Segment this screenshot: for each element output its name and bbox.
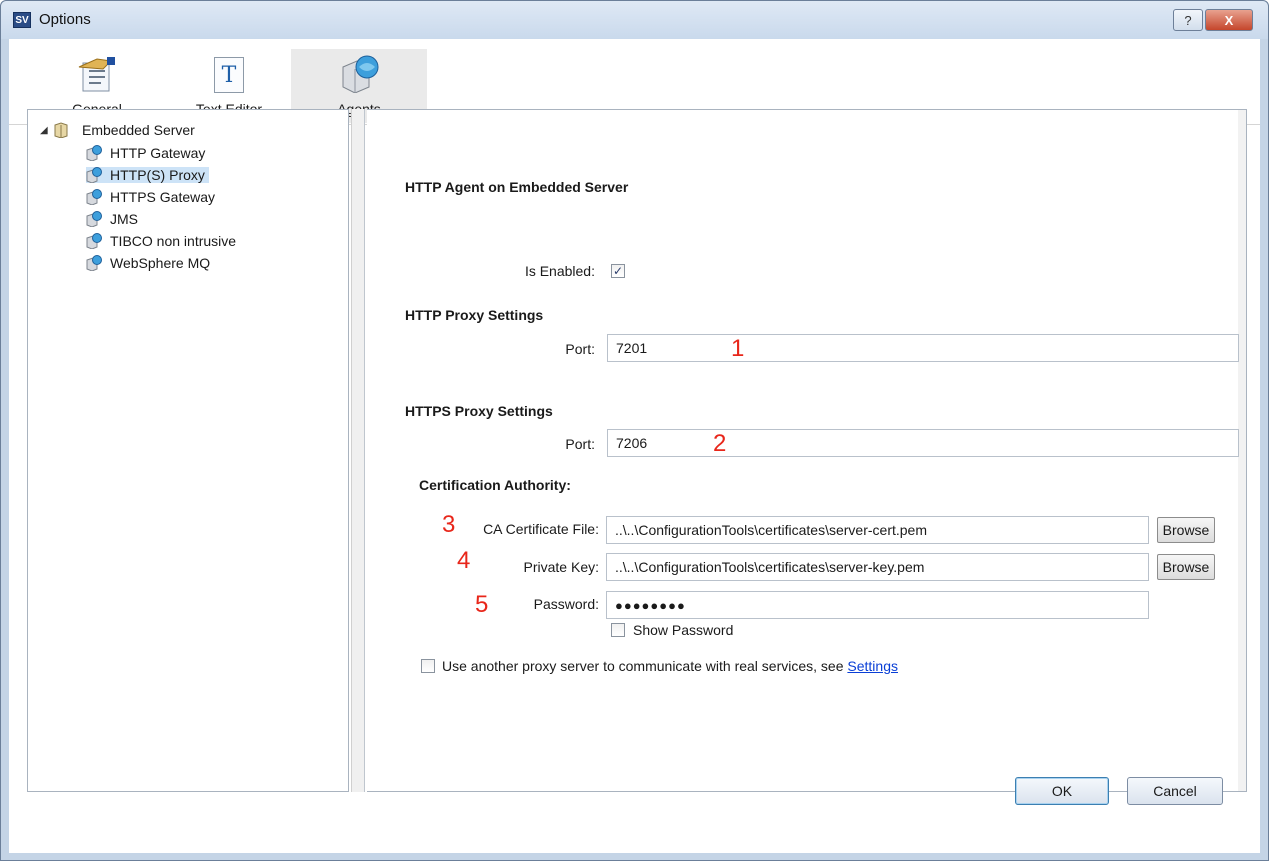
agent-node-icon — [86, 145, 102, 161]
close-button[interactable]: X — [1205, 9, 1253, 31]
help-button[interactable]: ? — [1173, 9, 1203, 31]
server-icon — [54, 122, 68, 138]
general-settings-icon — [78, 57, 115, 92]
tree-item-jms[interactable]: JMS — [86, 211, 138, 227]
https-proxy-heading: HTTPS Proxy Settings — [405, 403, 553, 419]
close-icon: X — [1224, 12, 1234, 28]
expand-arrow-icon[interactable]: ◢ — [40, 125, 54, 136]
private-key-input[interactable]: ..\..\ConfigurationTools\certificates\se… — [606, 553, 1149, 581]
password-input[interactable]: ●●●●●●●● — [606, 591, 1149, 619]
tree-item-https-proxy[interactable]: HTTP(S) Proxy — [86, 167, 209, 183]
agent-tree: ◢ Embedded Server HTTP Gateway HTTP(S) P… — [27, 109, 349, 792]
private-key-value: ..\..\ConfigurationTools\certificates\se… — [615, 559, 925, 575]
ca-file-value: ..\..\ConfigurationTools\certificates\se… — [615, 522, 928, 538]
vertical-scrollbar[interactable] — [1238, 110, 1246, 791]
use-another-proxy-label: Use another proxy server to communicate … — [442, 658, 844, 674]
is-enabled-checkbox[interactable]: ✓ — [611, 264, 625, 278]
tree-item-label: HTTPS Gateway — [110, 189, 216, 205]
tree-item-https-gateway[interactable]: HTTPS Gateway — [86, 189, 215, 205]
show-password-label: Show Password — [633, 622, 734, 638]
show-password-checkbox[interactable] — [611, 623, 625, 637]
app-icon: SV — [13, 12, 31, 28]
tree-item-http-gateway[interactable]: HTTP Gateway — [86, 145, 205, 161]
ok-button[interactable]: OK — [1015, 777, 1109, 805]
ca-file-input[interactable]: ..\..\ConfigurationTools\certificates\se… — [606, 516, 1149, 544]
tree-item-tibco[interactable]: TIBCO non intrusive — [86, 233, 236, 249]
certification-authority-heading: Certification Authority: — [419, 477, 571, 493]
private-key-label: Private Key: — [523, 559, 599, 575]
password-label: Password: — [533, 596, 599, 612]
tree-item-label: HTTP Gateway — [110, 145, 206, 161]
agent-node-icon — [86, 167, 102, 183]
tree-item-label: JMS — [110, 211, 138, 227]
https-port-label: Port: — [565, 436, 595, 452]
window-title: Options — [39, 11, 91, 28]
annotation-4: 4 — [457, 547, 471, 574]
title-bar: SV Options ? X — [1, 1, 1268, 39]
annotation-1: 1 — [731, 335, 745, 362]
agent-node-icon — [86, 189, 102, 205]
use-another-proxy-row: Use another proxy server to communicate … — [442, 658, 898, 674]
ca-file-label: CA Certificate File: — [483, 521, 599, 537]
options-window: SV Options ? X General T Text Editor — [0, 0, 1269, 861]
text-editor-icon: T — [214, 57, 244, 93]
settings-link[interactable]: Settings — [847, 658, 898, 674]
http-proxy-heading: HTTP Proxy Settings — [405, 307, 544, 323]
https-port-value: 7206 — [616, 435, 648, 451]
annotation-5: 5 — [475, 591, 489, 618]
tree-item-websphere-mq[interactable]: WebSphere MQ — [86, 255, 210, 271]
tree-root-embedded-server[interactable]: ◢ Embedded Server — [40, 122, 195, 138]
ca-file-browse-button[interactable]: Browse — [1157, 517, 1215, 543]
http-port-input[interactable]: 7201 — [607, 334, 1239, 362]
agent-node-icon — [86, 233, 102, 249]
agents-icon — [342, 55, 379, 93]
http-port-label: Port: — [565, 341, 595, 357]
tree-item-label: WebSphere MQ — [110, 255, 211, 271]
is-enabled-label: Is Enabled: — [524, 263, 595, 279]
password-value: ●●●●●●●● — [615, 597, 686, 613]
cancel-button[interactable]: Cancel — [1127, 777, 1223, 805]
use-another-proxy-checkbox[interactable] — [421, 659, 435, 673]
checkmark-icon: ✓ — [612, 264, 624, 278]
pane-splitter[interactable] — [351, 109, 365, 792]
tree-root-label: Embedded Server — [82, 122, 195, 138]
tree-item-label: TIBCO non intrusive — [110, 233, 237, 249]
tree-item-label: HTTP(S) Proxy — [110, 167, 205, 183]
private-key-browse-button[interactable]: Browse — [1157, 554, 1215, 580]
annotation-3: 3 — [442, 511, 456, 538]
agent-node-icon — [86, 255, 102, 271]
http-port-value: 7201 — [616, 340, 648, 356]
help-icon: ? — [1184, 12, 1192, 28]
panel-title: HTTP Agent on Embedded Server — [405, 179, 629, 195]
annotation-2: 2 — [713, 430, 727, 457]
https-port-input[interactable]: 7206 — [607, 429, 1239, 457]
agent-node-icon — [86, 211, 102, 227]
